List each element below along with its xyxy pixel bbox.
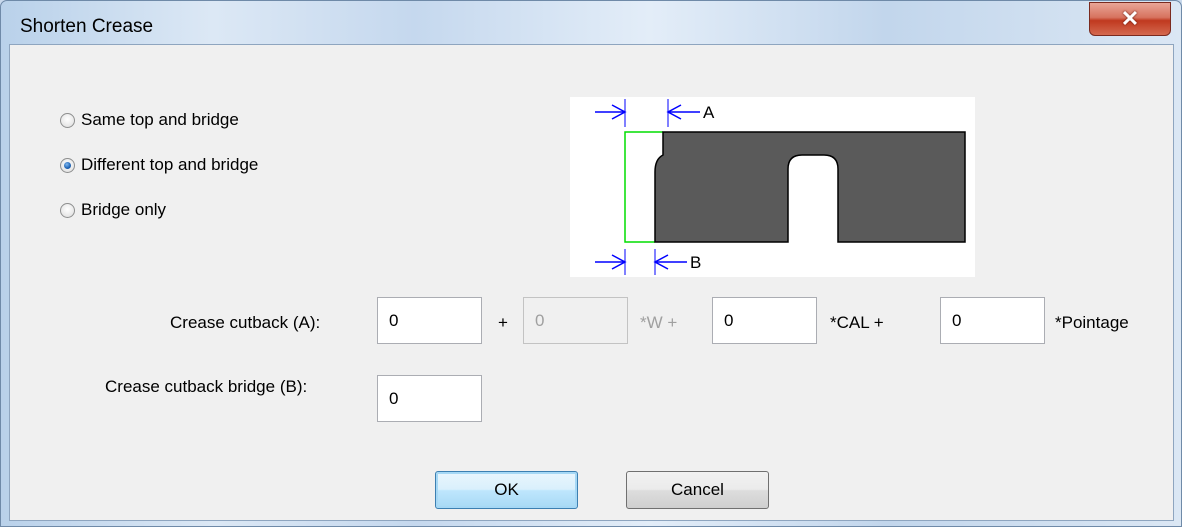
radio-button-icon[interactable]: [60, 202, 75, 218]
close-button[interactable]: ✕: [1089, 2, 1171, 36]
radio-different-top-and-bridge[interactable]: Different top and bridge: [60, 155, 258, 175]
label-b: B: [690, 253, 701, 272]
dialog-body: Same top and bridge Different top and br…: [9, 44, 1174, 521]
cal-factor-input[interactable]: 0: [712, 297, 817, 344]
crease-cutback-bridge-label: Crease cutback bridge (B):: [105, 377, 308, 396]
title-bar[interactable]: Shorten Crease ✕: [1, 1, 1181, 43]
plus-label: +: [498, 313, 508, 332]
pointage-suffix-label: *Pointage: [1055, 313, 1129, 332]
w-factor-input[interactable]: 0: [523, 297, 628, 344]
crease-cutback-bridge-input[interactable]: 0: [377, 375, 482, 422]
crease-cutback-a-input[interactable]: 0: [377, 297, 482, 344]
radio-label: Same top and bridge: [81, 110, 239, 129]
crease-diagram: A B: [570, 97, 975, 277]
label-a: A: [703, 103, 715, 122]
dialog-title: Shorten Crease: [20, 16, 154, 37]
radio-button-icon[interactable]: [60, 112, 75, 128]
radio-label: Bridge only: [81, 200, 167, 219]
crease-cutback-label: Crease cutback (A):: [170, 313, 321, 332]
cancel-button[interactable]: Cancel: [626, 471, 769, 509]
crease-diagram-svg: A B: [595, 99, 966, 275]
w-suffix-label: *W +: [640, 313, 678, 332]
cal-suffix-label: *CAL +: [830, 313, 884, 332]
dialog-window: Shorten Crease ✕ Same top and bridge Dif…: [0, 0, 1182, 527]
radio-label: Different top and bridge: [81, 155, 259, 174]
crease-shape: [654, 131, 966, 243]
close-icon: ✕: [1120, 6, 1140, 31]
radio-same-top-and-bridge[interactable]: Same top and bridge: [60, 110, 239, 130]
pointage-factor-input[interactable]: 0: [940, 297, 1045, 344]
radio-button-selected-icon[interactable]: [60, 157, 75, 173]
ok-button[interactable]: OK: [435, 471, 578, 509]
radio-bridge-only[interactable]: Bridge only: [60, 200, 166, 220]
